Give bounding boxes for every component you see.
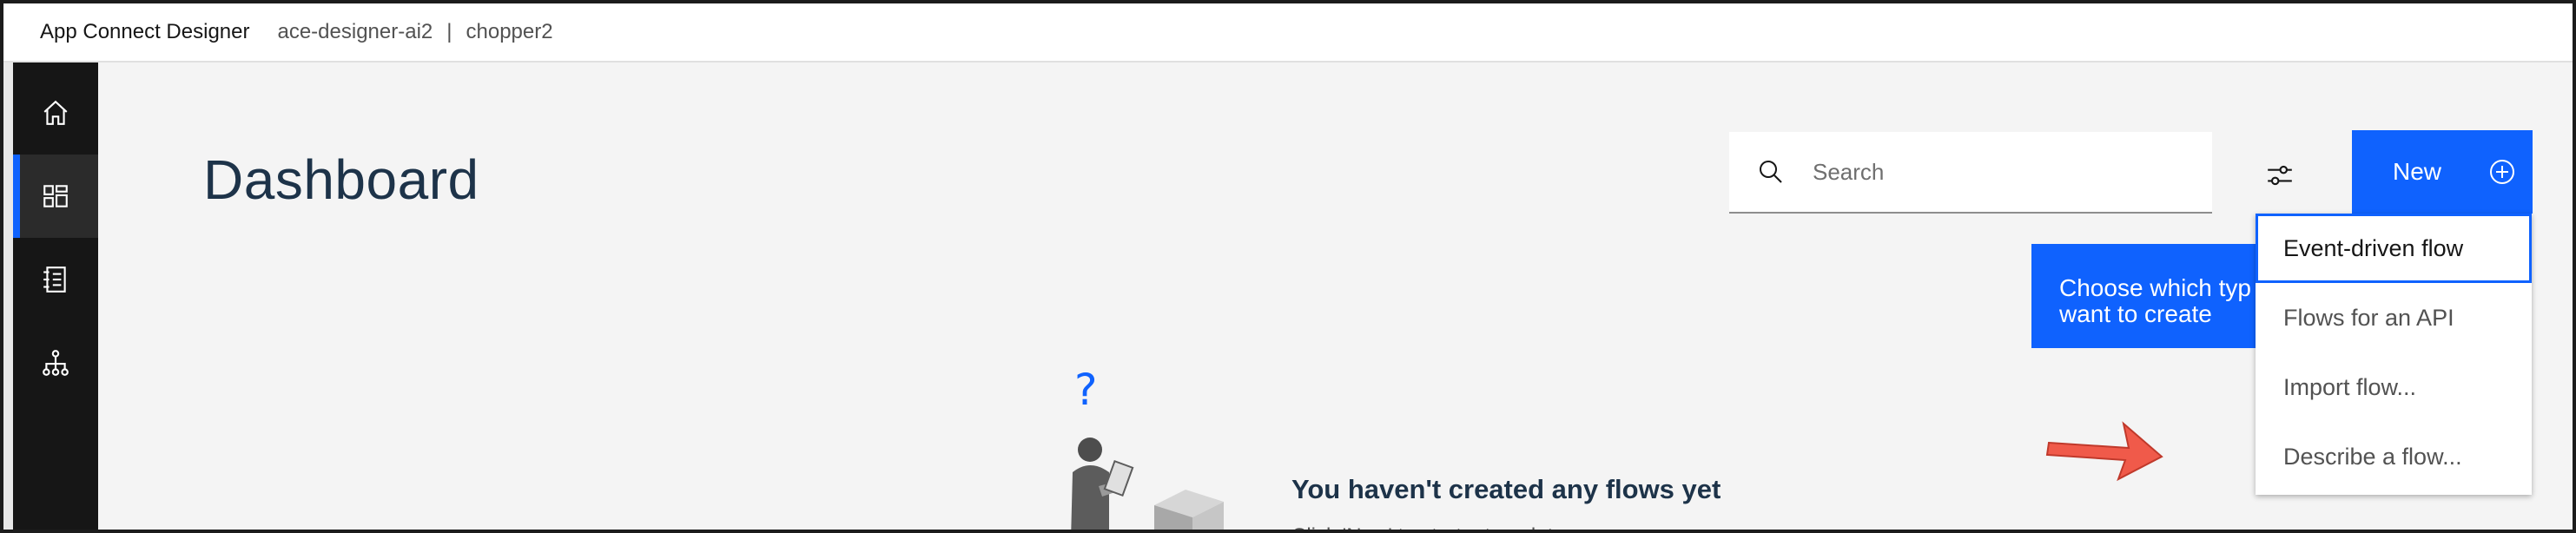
side-navigation xyxy=(13,63,98,530)
hierarchy-icon xyxy=(43,350,69,376)
person-body xyxy=(1071,465,1109,530)
question-mark: ? xyxy=(1074,366,1098,415)
tooltip-line-2: want to create xyxy=(2059,300,2212,327)
tooltip-line-1: Choose which typ xyxy=(2059,274,2252,301)
nav-item-dashboard[interactable] xyxy=(13,155,98,238)
new-button-label: New xyxy=(2393,158,2442,185)
person-head xyxy=(1078,438,1102,462)
add-icon xyxy=(2488,158,2516,186)
empty-state-title: You haven't created any flows yet xyxy=(1291,474,1721,504)
left-edge-strip xyxy=(3,63,13,530)
workspace-name: chopper2 xyxy=(466,20,553,43)
empty-state-illustration: ? xyxy=(1071,366,1224,530)
top-header: App Connect Designer ace-designer-ai2 | … xyxy=(3,3,2573,63)
guided-tour-tooltip: Choose which typ want to create xyxy=(2031,244,2266,348)
app-name[interactable]: App Connect Designer xyxy=(40,20,249,44)
app-window: App Connect Designer ace-designer-ai2 | … xyxy=(0,0,2576,533)
new-flow-menu: Event-driven flow Flows for an API Impor… xyxy=(2256,214,2532,495)
main-content: Dashboard New xyxy=(98,63,2573,530)
page-title: Dashboard xyxy=(203,148,479,211)
home-icon xyxy=(43,100,68,125)
menu-item-import-flow[interactable]: Import flow... xyxy=(2256,352,2532,422)
filter-button[interactable] xyxy=(2252,148,2308,203)
annotation-arrow xyxy=(2045,421,2163,482)
catalog-icon xyxy=(43,266,66,293)
settings-adjust-icon xyxy=(2268,165,2292,186)
instance-name: ace-designer-ai2 xyxy=(277,20,433,43)
search-icon xyxy=(1757,158,1785,186)
menu-item-describe-flow[interactable]: Describe a flow... xyxy=(2256,422,2532,491)
menu-item-flows-for-api[interactable]: Flows for an API xyxy=(2256,283,2532,352)
search-input[interactable] xyxy=(1811,157,2196,187)
empty-state-subtitle: Click 'New' to start a template xyxy=(1291,524,1565,530)
new-button[interactable]: New xyxy=(2352,130,2533,214)
nav-item-catalog[interactable] xyxy=(13,238,98,321)
menu-item-event-driven-flow[interactable]: Event-driven flow xyxy=(2256,214,2532,283)
dashboard-icon xyxy=(43,185,68,207)
header-separator: | xyxy=(446,20,452,43)
nav-item-home[interactable] xyxy=(13,71,98,155)
nav-item-flows[interactable] xyxy=(13,321,98,405)
search-box[interactable] xyxy=(1729,132,2212,214)
tablet-icon xyxy=(1103,459,1134,497)
